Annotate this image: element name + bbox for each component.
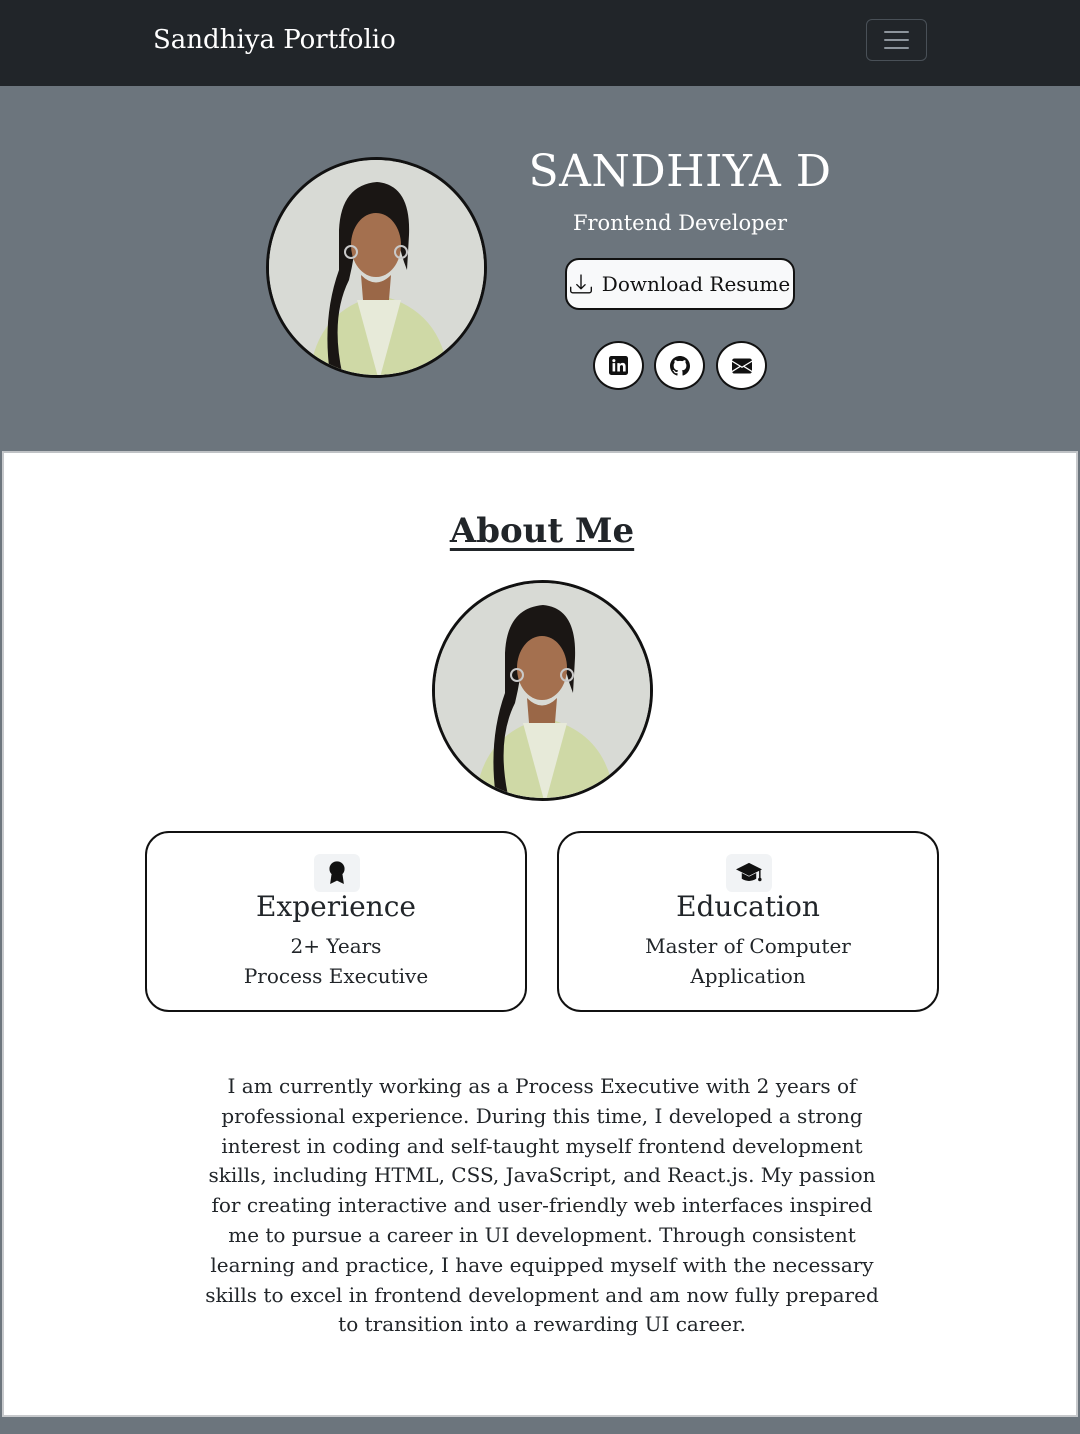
graduation-cap-icon (726, 854, 772, 892)
navbar-toggler[interactable] (866, 19, 927, 61)
about-paragraph: I am currently working as a Process Exec… (205, 1074, 879, 1337)
download-resume-button[interactable]: Download Resume (565, 258, 795, 310)
navbar: Sandhiya Portfolio (0, 0, 1080, 86)
experience-title: Experience (256, 890, 416, 923)
profile-photo (266, 157, 487, 378)
award-icon (314, 854, 360, 892)
envelope-icon (731, 358, 752, 373)
hero-name: SANDHIYA D (528, 146, 832, 197)
hero-section: SANDHIYA D Frontend Developer Download R… (0, 86, 1080, 450)
linkedin-icon (609, 356, 628, 375)
about-photo (432, 580, 653, 801)
linkedin-link[interactable] (593, 341, 644, 390)
experience-role: Process Executive (243, 964, 429, 988)
education-title: Education (676, 890, 820, 923)
hamburger-menu-icon (884, 31, 909, 33)
hero-role: Frontend Developer (572, 211, 788, 235)
experience-card: Experience 2+ Years Process Executive (145, 831, 527, 1012)
experience-text: 2+ Years Process Executive (177, 931, 495, 991)
navbar-brand[interactable]: Sandhiya Portfolio (153, 20, 396, 60)
profile-photo-image (269, 160, 484, 375)
experience-years: 2+ Years (290, 934, 382, 958)
email-link[interactable] (716, 341, 767, 390)
download-icon (569, 274, 592, 294)
education-card: Education Master of Computer Application (557, 831, 939, 1012)
download-resume-label: Download Resume (601, 272, 791, 296)
github-link[interactable] (654, 341, 705, 390)
hamburger-menu-icon-bar (884, 39, 909, 41)
education-text: Master of Computer Application (645, 934, 851, 988)
about-title: About Me (449, 511, 635, 551)
hamburger-menu-icon-bar (884, 47, 909, 49)
github-icon (669, 355, 690, 376)
about-section: About Me Experience 2+ Years Process Exe… (2, 451, 1078, 1417)
about-photo-image (435, 583, 650, 798)
